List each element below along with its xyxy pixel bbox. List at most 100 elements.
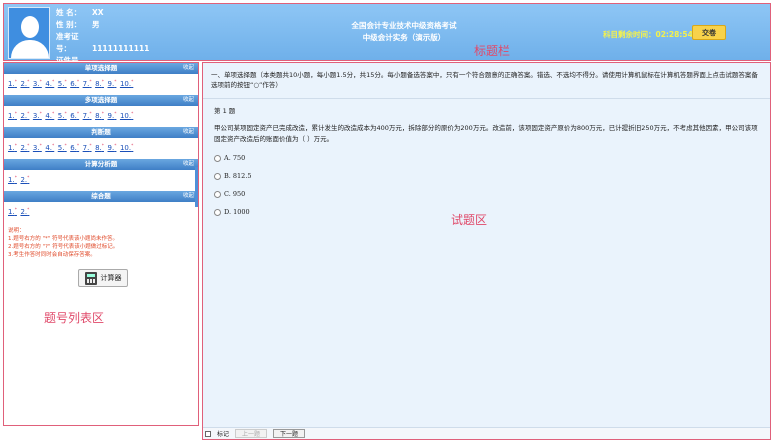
question-area: 第 1 题 甲公司某项固定资产已完成改造，累计发生的改造成本为400万元，拆除部… [203, 99, 770, 221]
question-link[interactable]: 10.* [120, 112, 133, 120]
question-link[interactable]: 1.* [8, 144, 17, 152]
collapse-button[interactable]: 收起 [183, 127, 194, 138]
option-label: D. 1000 [224, 208, 250, 216]
section-title: 多项选择题 [84, 96, 118, 104]
question-link-number: 4. [45, 112, 52, 121]
sidebar-scrollbar[interactable] [195, 167, 198, 207]
question-link[interactable]: 6.* [70, 80, 79, 88]
section-header[interactable]: 多项选择题 收起 [4, 95, 198, 106]
question-link[interactable]: 3.* [33, 80, 42, 88]
question-link-number: 3. [32, 112, 40, 121]
unanswered-mark: * [76, 80, 80, 85]
question-link[interactable]: 6.* [70, 144, 79, 152]
question-list-region-label: 题号列表区 [44, 311, 105, 325]
collapse-button[interactable]: 收起 [183, 63, 194, 74]
unanswered-mark: * [114, 144, 117, 149]
section-title: 单项选择题 [84, 64, 118, 72]
unanswered-mark: * [64, 112, 67, 117]
question-link-number: 1. [8, 80, 15, 89]
section-header[interactable]: 单项选择题 收起 [4, 63, 198, 74]
question-link[interactable]: 9.* [108, 80, 117, 88]
unanswered-mark: * [131, 80, 134, 85]
unanswered-mark: * [76, 112, 80, 117]
question-link[interactable]: 5.* [58, 112, 67, 120]
collapse-button[interactable]: 收起 [183, 191, 194, 202]
question-link[interactable]: 7.* [83, 144, 92, 152]
question-number-row: 1.* 2.* 3.* 4.* 5.* 6.* 7.* 8.* 9.* 10.* [4, 74, 198, 95]
question-link[interactable]: 5.* [58, 80, 67, 88]
prev-question-button[interactable]: 上一题 [235, 429, 268, 438]
question-link[interactable]: 3.* [33, 144, 42, 152]
unanswered-mark: * [27, 112, 30, 117]
next-question-button[interactable]: 下一题 [273, 429, 306, 438]
question-link[interactable]: 2.* [20, 144, 29, 152]
option-c[interactable]: C. 950 [214, 185, 759, 203]
question-footer: 标记 上一题 下一题 [203, 427, 770, 439]
question-link[interactable]: 1.* [8, 80, 17, 88]
unanswered-mark: * [131, 112, 134, 117]
mark-label: 标记 [217, 431, 230, 438]
question-link[interactable]: 2.* [20, 208, 29, 216]
unanswered-mark: * [27, 176, 30, 181]
radio-icon[interactable] [214, 190, 221, 198]
question-link[interactable]: 5.* [58, 144, 67, 152]
question-link[interactable]: 6.* [70, 112, 79, 120]
option-a[interactable]: A. 750 [214, 149, 759, 167]
question-link-number: 8. [95, 80, 102, 89]
question-link[interactable]: 7.* [83, 112, 92, 120]
unanswered-mark: * [52, 144, 55, 149]
unanswered-mark: * [14, 208, 17, 213]
option-b[interactable]: B. 812.5 [214, 167, 759, 185]
exam-title-block: 全国会计专业技术中级资格考试 中级会计实务（演示版） [304, 20, 504, 44]
question-link[interactable]: 1.* [8, 112, 17, 120]
section-header[interactable]: 判断题 收起 [4, 127, 198, 138]
question-link-number: 1. [8, 176, 15, 185]
question-link[interactable]: 4.* [45, 80, 54, 88]
question-link[interactable]: 2.* [20, 176, 29, 184]
title-bar-region-label: 标题栏 [474, 44, 511, 58]
question-link[interactable]: 10.* [120, 80, 133, 88]
question-link[interactable]: 8.* [95, 112, 104, 120]
section-header[interactable]: 综合题 收起 [4, 191, 198, 202]
question-link-number: 3. [32, 80, 40, 89]
section-title: 计算分析题 [84, 160, 118, 168]
question-link[interactable]: 1.* [8, 176, 17, 184]
question-panel: 一、单项选择题（本类题共10小题，每小题1.5分，共15分。每小题备选答案中，只… [202, 62, 771, 440]
name-value: XX [92, 8, 104, 17]
question-link[interactable]: 3.* [33, 112, 42, 120]
unanswered-mark: * [14, 176, 17, 181]
collapse-button[interactable]: 收起 [183, 95, 194, 106]
radio-icon[interactable] [214, 154, 221, 162]
question-link[interactable]: 4.* [45, 112, 54, 120]
question-link[interactable]: 8.* [95, 144, 104, 152]
question-link[interactable]: 8.* [95, 80, 104, 88]
mark-checkbox[interactable] [205, 430, 211, 437]
question-link[interactable]: 4.* [45, 144, 54, 152]
title-bar: 姓 名：XX 性 别：男 准考证号：11111111111 证件号码：11111… [3, 3, 771, 77]
notes-title: 说明： [8, 228, 25, 234]
question-link[interactable]: 9.* [108, 112, 117, 120]
ticket-label: 准考证号： [56, 32, 79, 53]
question-link-number: 6. [70, 144, 77, 153]
question-link[interactable]: 2.* [20, 80, 29, 88]
question-number-row: 1.* 2.* [4, 170, 198, 191]
section-title: 综合题 [91, 192, 111, 200]
calculator-button[interactable]: 计算器 [78, 269, 128, 287]
unanswered-mark: * [14, 112, 17, 117]
calculator-icon [84, 271, 97, 285]
submit-exam-button[interactable]: 交卷 [692, 25, 726, 40]
question-number-row: 1.* 2.* 3.* 4.* 5.* 6.* 7.* 8.* 9.* 10.* [4, 106, 198, 127]
question-link[interactable]: 2.* [20, 112, 29, 120]
section-header[interactable]: 计算分析题 收起 [4, 159, 198, 170]
question-link[interactable]: 1.* [8, 208, 17, 216]
unanswered-mark: * [76, 144, 80, 149]
radio-icon[interactable] [214, 208, 221, 216]
question-link[interactable]: 7.* [83, 80, 92, 88]
question-link[interactable]: 10.* [120, 144, 133, 152]
unanswered-mark: * [114, 80, 117, 85]
option-label: B. 812.5 [224, 172, 252, 180]
question-link-number: 1. [8, 208, 15, 217]
question-link[interactable]: 9.* [108, 144, 117, 152]
collapse-button[interactable]: 收起 [183, 159, 194, 170]
radio-icon[interactable] [214, 172, 221, 180]
